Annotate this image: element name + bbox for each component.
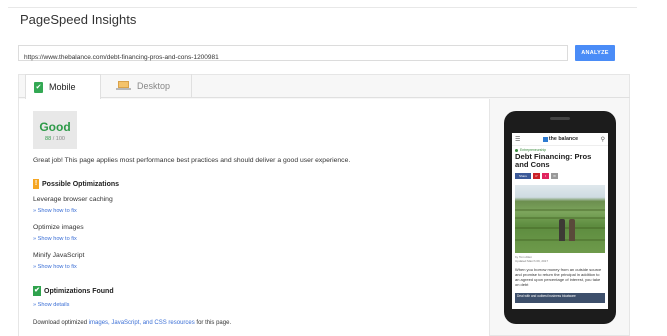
tab-desktop[interactable]: Desktop — [106, 74, 192, 98]
phone-check-icon: ✔ — [34, 81, 43, 93]
score-badge: Good 88 / 100 — [33, 111, 77, 149]
url-input[interactable] — [19, 50, 567, 65]
warning-icon: ! — [33, 179, 39, 189]
site-header: ☰ the balance ⚲ — [512, 133, 608, 146]
tab-mobile-label: Mobile — [49, 82, 76, 92]
optimizations-found-heading: ✔ Optimizations Found — [33, 286, 114, 296]
article-meta: by Tom Allen Updated March 09, 2017 — [515, 255, 549, 264]
article-hero-image — [515, 185, 605, 254]
show-fix-caching-link[interactable]: » Show how to fix — [33, 208, 77, 214]
flipboard-icon: f — [542, 173, 549, 180]
score-label: Good — [39, 120, 71, 134]
article-title: Debt Financing: Pros and Cons — [515, 152, 592, 170]
person-figure — [559, 219, 565, 242]
search-icon: ⚲ — [600, 136, 605, 143]
tab-mobile[interactable]: ✔ Mobile — [25, 74, 101, 99]
possible-optimizations-heading: ! Possible Optimizations — [33, 179, 119, 189]
email-icon: ✉ — [551, 173, 558, 180]
article-body: When you borrow money from an outside so… — [515, 267, 602, 288]
preview-divider — [489, 99, 490, 336]
download-resources-link[interactable]: images, JavaScript, and CSS resources — [89, 320, 195, 326]
analyze-button[interactable]: ANALYZE — [575, 45, 615, 61]
score-value: 88 / 100 — [45, 136, 65, 142]
opt-item-js: Minify JavaScript — [33, 252, 85, 259]
show-details-link[interactable]: » Show details — [33, 302, 69, 308]
possible-heading-label: Possible Optimizations — [42, 180, 120, 188]
share-bar: Share P f ✉ — [512, 170, 608, 182]
check-icon: ✔ — [33, 286, 41, 296]
person-figure — [569, 219, 575, 242]
show-fix-js-link[interactable]: » Show how to fix — [33, 264, 77, 270]
mobile-preview-phone: ☰ the balance ⚲ Entrepreneurship Debt Fi… — [504, 111, 616, 324]
mobile-screenshot: ☰ the balance ⚲ Entrepreneurship Debt Fi… — [512, 133, 608, 309]
facebook-share-icon: Share — [515, 173, 531, 180]
tab-desktop-label: Desktop — [137, 81, 171, 91]
page-title: PageSpeed Insights — [20, 12, 137, 27]
pinterest-icon: P — [533, 173, 540, 180]
results-content — [19, 99, 489, 336]
opt-item-caching: Leverage browser caching — [33, 196, 113, 203]
menu-icon: ☰ — [515, 136, 521, 143]
ad-banner: Deal with and outbest business bloatware — [515, 293, 605, 303]
phone-speaker — [550, 117, 570, 120]
top-divider — [8, 7, 637, 8]
summary-text: Great job! This page applies most perfor… — [33, 157, 351, 164]
opt-item-images: Optimize images — [33, 224, 84, 231]
url-field[interactable] — [18, 45, 568, 65]
laptop-icon — [116, 81, 131, 91]
found-heading-label: Optimizations Found — [44, 287, 114, 295]
device-tabs: ✔ Mobile Desktop — [18, 74, 630, 99]
download-optimized-text: Download optimized images, JavaScript, a… — [33, 320, 232, 326]
show-fix-images-link[interactable]: » Show how to fix — [33, 236, 77, 242]
site-logo: the balance — [542, 136, 578, 142]
